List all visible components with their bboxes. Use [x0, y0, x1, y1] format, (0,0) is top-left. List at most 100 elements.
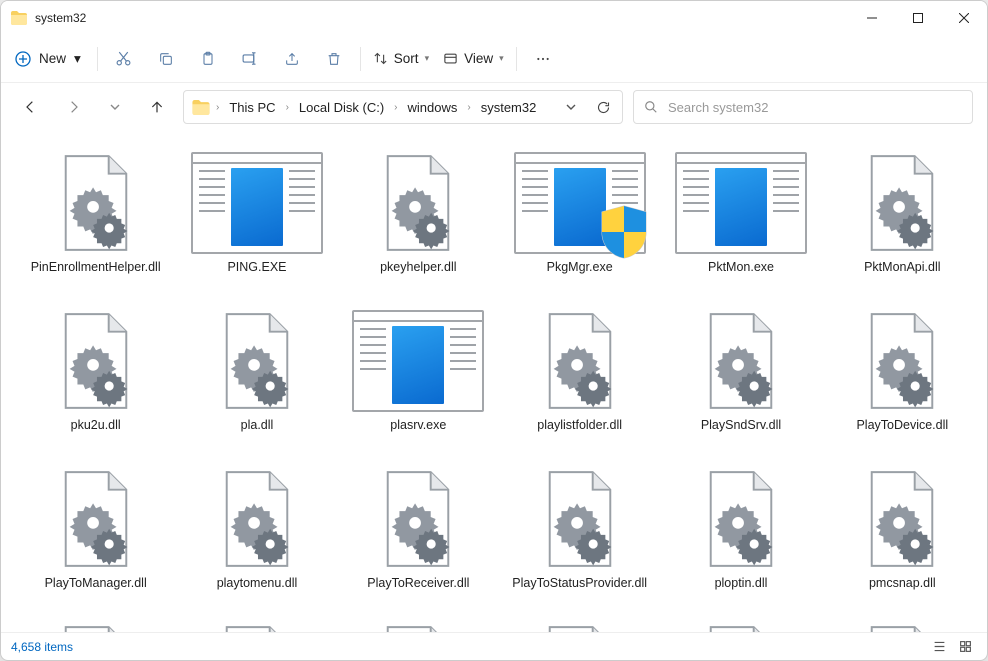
file-icon — [847, 148, 957, 258]
icons-view-button[interactable] — [953, 637, 977, 657]
file-name: PktMon.exe — [708, 260, 774, 276]
maximize-button[interactable] — [895, 1, 941, 35]
file-item[interactable]: PktMon.exe — [660, 141, 821, 293]
refresh-button[interactable] — [588, 92, 618, 122]
file-item[interactable]: pku2u.dll — [15, 299, 176, 451]
chevron-down-icon: ▾ — [499, 53, 504, 64]
navigation-row: › This PC › Local Disk (C:) › windows › … — [1, 83, 987, 131]
breadcrumb[interactable]: Local Disk (C:) — [295, 98, 388, 117]
address-bar[interactable]: › This PC › Local Disk (C:) › windows › … — [183, 90, 623, 124]
view-icon — [443, 51, 458, 66]
chevron-down-icon: ▾ — [74, 51, 81, 67]
breadcrumb[interactable]: This PC — [225, 98, 279, 117]
file-icon — [686, 464, 796, 574]
file-item[interactable] — [660, 615, 821, 632]
breadcrumb[interactable]: system32 — [477, 98, 541, 117]
view-label: View — [464, 51, 493, 66]
more-button[interactable] — [523, 41, 563, 77]
file-item[interactable] — [499, 615, 660, 632]
file-icon — [525, 306, 635, 416]
view-button[interactable]: View ▾ — [437, 41, 510, 77]
separator — [516, 47, 517, 71]
chevron-right-icon[interactable]: › — [214, 102, 221, 113]
file-icon — [41, 622, 151, 632]
file-item[interactable]: PlayToStatusProvider.dll — [499, 457, 660, 609]
file-item[interactable]: PlayToReceiver.dll — [338, 457, 499, 609]
title-bar[interactable]: system32 — [1, 1, 987, 35]
file-icon — [525, 622, 635, 632]
window-controls — [849, 1, 987, 35]
paste-button[interactable] — [188, 41, 228, 77]
file-name: PING.EXE — [227, 260, 286, 276]
address-dropdown-button[interactable] — [556, 92, 586, 122]
file-icon — [363, 148, 473, 258]
file-item[interactable]: PktMonApi.dll — [822, 141, 983, 293]
file-icon — [525, 464, 635, 574]
rename-button[interactable] — [230, 41, 270, 77]
search-box[interactable] — [633, 90, 973, 124]
file-item[interactable]: PING.EXE — [176, 141, 337, 293]
file-item[interactable]: pkeyhelper.dll — [338, 141, 499, 293]
copy-button[interactable] — [146, 41, 186, 77]
file-item[interactable] — [176, 615, 337, 632]
file-icon — [202, 148, 312, 258]
file-name: plasrv.exe — [390, 418, 446, 434]
file-item[interactable]: PkgMgr.exe — [499, 141, 660, 293]
item-count: 4,658 items — [11, 640, 73, 654]
file-name: PlayToManager.dll — [45, 576, 147, 592]
file-icon — [847, 306, 957, 416]
details-view-button[interactable] — [927, 637, 951, 657]
file-item[interactable] — [15, 615, 176, 632]
chevron-right-icon[interactable]: › — [465, 102, 472, 113]
delete-button[interactable] — [314, 41, 354, 77]
file-item[interactable]: PlayToDevice.dll — [822, 299, 983, 451]
file-item[interactable]: plasrv.exe — [338, 299, 499, 451]
search-icon — [644, 100, 658, 114]
cut-button[interactable] — [104, 41, 144, 77]
share-button[interactable] — [272, 41, 312, 77]
file-icon — [363, 464, 473, 574]
sort-button[interactable]: Sort ▾ — [367, 41, 435, 77]
chevron-right-icon[interactable]: › — [284, 102, 291, 113]
new-label: New — [39, 51, 66, 66]
folder-icon — [11, 11, 27, 25]
file-item[interactable] — [338, 615, 499, 632]
back-button[interactable] — [15, 91, 47, 123]
file-item[interactable]: PlaySndSrv.dll — [660, 299, 821, 451]
file-icon — [202, 622, 312, 632]
delete-icon — [326, 51, 342, 67]
file-grid[interactable]: PinEnrollmentHelper.dll PING.EXE pkeyhelpe… — [1, 131, 987, 632]
file-name: playtomenu.dll — [217, 576, 298, 592]
recent-button[interactable] — [99, 91, 131, 123]
file-item[interactable]: pmcsnap.dll — [822, 457, 983, 609]
forward-button[interactable] — [57, 91, 89, 123]
file-icon — [202, 464, 312, 574]
separator — [97, 47, 98, 71]
breadcrumb[interactable]: windows — [404, 98, 462, 117]
up-button[interactable] — [141, 91, 173, 123]
file-item[interactable]: PinEnrollmentHelper.dll — [15, 141, 176, 293]
close-button[interactable] — [941, 1, 987, 35]
file-item[interactable]: ploptin.dll — [660, 457, 821, 609]
new-button[interactable]: New ▾ — [7, 41, 91, 77]
file-item[interactable]: PlayToManager.dll — [15, 457, 176, 609]
file-view: PinEnrollmentHelper.dll PING.EXE pkeyhelpe… — [1, 131, 987, 632]
file-item[interactable]: playlistfolder.dll — [499, 299, 660, 451]
chevron-right-icon[interactable]: › — [392, 102, 399, 113]
file-item[interactable]: pla.dll — [176, 299, 337, 451]
search-input[interactable] — [668, 100, 962, 115]
file-name: PlayToDevice.dll — [856, 418, 948, 434]
chevron-down-icon: ▾ — [425, 53, 430, 64]
paste-icon — [200, 51, 216, 67]
file-name: PinEnrollmentHelper.dll — [31, 260, 161, 276]
file-name: PkgMgr.exe — [547, 260, 613, 276]
minimize-button[interactable] — [849, 1, 895, 35]
file-icon — [525, 148, 635, 258]
file-item[interactable]: playtomenu.dll — [176, 457, 337, 609]
file-item[interactable] — [822, 615, 983, 632]
scrollbar[interactable] — [973, 131, 987, 632]
file-name: PlayToReceiver.dll — [367, 576, 469, 592]
file-icon — [686, 148, 796, 258]
sort-icon — [373, 51, 388, 66]
file-name: pkeyhelper.dll — [380, 260, 456, 276]
